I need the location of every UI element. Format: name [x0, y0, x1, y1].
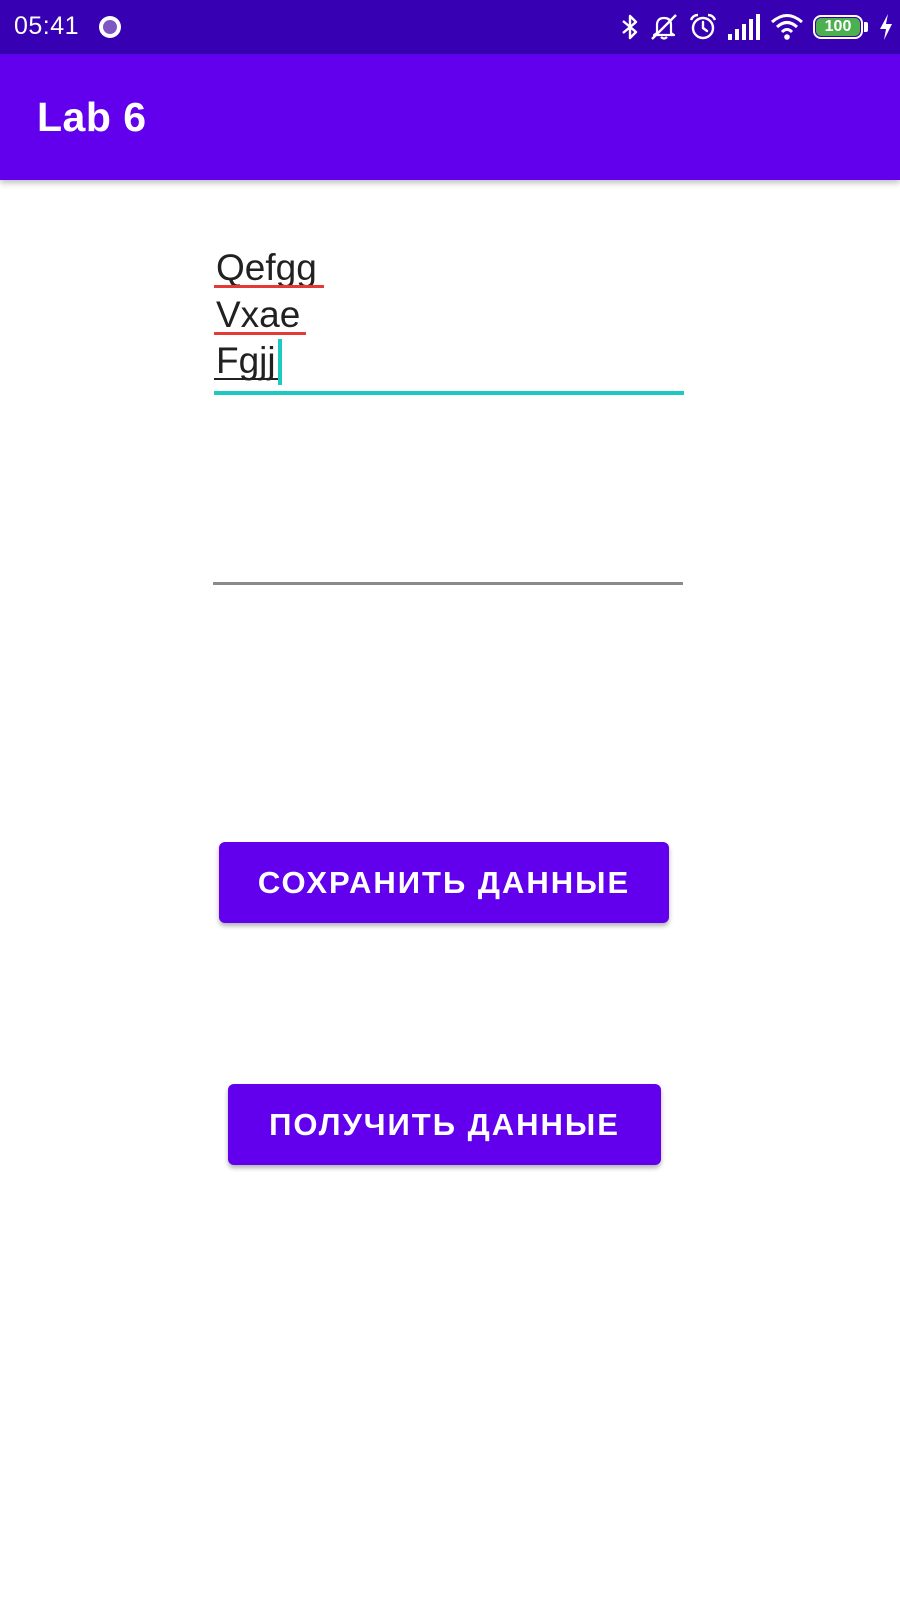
app-bar: Lab 6 [0, 54, 900, 180]
text-input-1[interactable]: Qefgg Vxae Fgjj [214, 246, 684, 404]
bluetooth-icon [622, 14, 638, 40]
notification-dot-icon [99, 16, 121, 38]
charging-icon [880, 14, 892, 40]
status-time: 05:41 [14, 12, 80, 40]
app-title: Lab 6 [37, 94, 147, 140]
input-line-3: Fgjj [216, 340, 276, 381]
spellcheck-underline [214, 285, 324, 288]
status-icons: 100 [620, 11, 894, 43]
input-underline [213, 582, 683, 585]
alarm-clock-icon [689, 13, 717, 40]
input-line-2: Vxae [216, 294, 301, 335]
battery-icon: 100 [813, 15, 869, 39]
battery-level: 100 [824, 18, 852, 35]
alarm-muted-icon [651, 14, 677, 40]
spellcheck-underline [214, 332, 306, 335]
signal-icon [728, 14, 760, 40]
save-data-button[interactable]: СОХРАНИТЬ ДАННЫЕ [219, 842, 669, 923]
wifi-icon [771, 14, 803, 40]
input-line-1: Qefgg [216, 247, 317, 288]
text-input-2[interactable] [213, 430, 683, 600]
get-data-button[interactable]: ПОЛУЧИТЬ ДАННЫЕ [228, 1084, 661, 1165]
text-cursor [278, 339, 282, 385]
status-bar: 05:41 100 [0, 0, 900, 54]
input-underline-focused [214, 391, 684, 395]
compose-underline [214, 378, 278, 380]
